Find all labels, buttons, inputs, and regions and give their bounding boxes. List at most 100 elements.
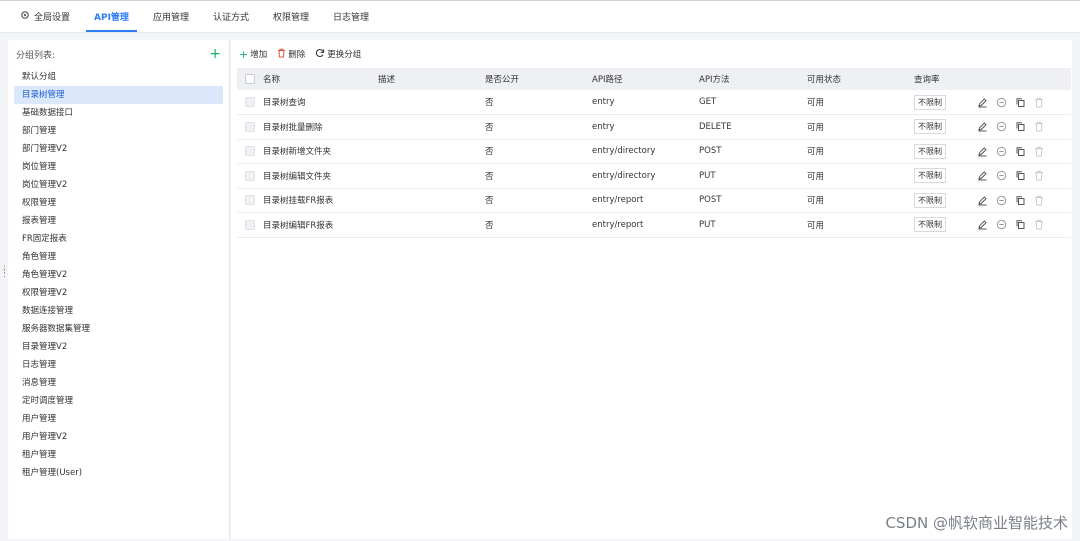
col-header-name: 名称	[263, 75, 281, 85]
cell-status: 可用	[807, 147, 825, 158]
group-sidebar: 分组列表: + 默认分组 目录树管理 基础数据接口 部门管理 部门管理V2 岗位管理 岗位管…	[8, 40, 230, 539]
row-checkbox[interactable]	[245, 219, 255, 230]
sidebar-group-item[interactable]: 租户管理	[14, 446, 223, 464]
sidebar-group-item[interactable]: 基础数据接口	[14, 104, 223, 122]
table-row[interactable]: 目录树挂载FR报表 否 entry/report POST 可用 不限制	[237, 188, 1071, 213]
disable-icon[interactable]	[995, 170, 1007, 182]
disable-icon[interactable]	[995, 145, 1007, 157]
sidebar-group-item[interactable]: 权限管理V2	[14, 284, 223, 302]
edit-icon[interactable]	[976, 194, 988, 206]
edit-icon[interactable]	[976, 96, 988, 108]
row-checkbox[interactable]	[245, 170, 255, 181]
sidebar-group-item[interactable]: 定时调度管理	[14, 392, 223, 410]
cell-public: 否	[485, 122, 494, 133]
disable-icon[interactable]	[995, 121, 1007, 133]
copy-icon[interactable]	[1014, 170, 1026, 182]
group-list: 默认分组 目录树管理 基础数据接口 部门管理 部门管理V2 岗位管理 岗位管理V2 权限管理报…	[8, 68, 229, 482]
cell-method: PUT	[699, 219, 716, 230]
disable-icon[interactable]	[995, 96, 1007, 108]
row-actions	[976, 170, 1071, 182]
toolbar: + 增加 删除 更换分组	[231, 40, 1072, 68]
copy-icon[interactable]	[1014, 145, 1026, 157]
sidebar-group-item[interactable]: 角色管理V2	[14, 266, 223, 284]
edit-icon[interactable]	[976, 145, 988, 157]
table-row[interactable]: 目录树批量删除 否 entry DELETE 可用 不限制	[237, 115, 1071, 139]
copy-icon[interactable]	[1014, 194, 1026, 206]
tab-label: 日志管理	[332, 12, 369, 23]
refresh-icon	[315, 48, 325, 61]
delete-button[interactable]: 删除	[277, 48, 305, 61]
delete-icon[interactable]	[1033, 219, 1045, 231]
tab-log-management[interactable]: 日志管理	[321, 0, 381, 32]
col-header-status: 可用状态	[807, 75, 842, 85]
edit-icon[interactable]	[976, 121, 988, 133]
sidebar-header: 分组列表: +	[8, 40, 229, 68]
cell-name: 目录树查询	[263, 98, 306, 108]
tab-label: API管理	[94, 12, 129, 23]
delete-icon[interactable]	[1033, 121, 1045, 133]
tab-permission-management[interactable]: 权限管理	[261, 0, 321, 32]
sidebar-group-item[interactable]: 权限管理	[14, 194, 223, 212]
cell-status: 可用	[807, 98, 825, 108]
table-row[interactable]: 目录树编辑FR报表 否 entry/report PUT 可用 不限制	[237, 213, 1071, 237]
row-checkbox[interactable]	[245, 195, 255, 205]
disable-icon[interactable]	[995, 219, 1007, 231]
rate-limit-badge: 不限制	[914, 168, 946, 184]
sidebar-group-item[interactable]: 数据连接管理	[14, 302, 223, 320]
col-header-desc: 描述	[378, 75, 396, 85]
row-checkbox[interactable]	[245, 121, 255, 132]
plus-icon[interactable]: +	[209, 47, 221, 61]
sidebar-group-item[interactable]: 岗位管理	[14, 158, 223, 176]
delete-icon[interactable]	[1033, 96, 1045, 108]
add-button[interactable]: + 增加	[239, 48, 267, 61]
sidebar-group-item[interactable]: 用户管理V2	[14, 428, 223, 446]
delete-icon[interactable]	[1033, 145, 1045, 157]
edit-icon[interactable]	[976, 219, 988, 231]
change-group-button[interactable]: 更换分组	[315, 48, 361, 61]
sidebar-group-item[interactable]: 报表管理	[14, 212, 223, 230]
sidebar-group-item[interactable]: 部门管理	[14, 122, 223, 140]
sidebar-group-item[interactable]: FR固定报表	[14, 230, 223, 248]
cell-path: entry/directory	[592, 146, 656, 157]
sidebar-group-item[interactable]: 部门管理V2	[14, 140, 223, 158]
plus-icon: +	[239, 47, 249, 61]
tab-api-management[interactable]: API管理	[82, 0, 141, 32]
cell-public: 否	[485, 171, 494, 182]
sidebar-group-item[interactable]: 目录管理V2	[14, 338, 223, 356]
sidebar-group-item[interactable]: 角色管理	[14, 248, 223, 266]
sidebar-group-item[interactable]: 消息管理	[14, 374, 223, 392]
delete-button-label: 删除	[288, 50, 306, 60]
row-checkbox[interactable]	[245, 96, 255, 107]
tab-app-management[interactable]: 应用管理	[141, 0, 201, 32]
cell-path: entry	[592, 97, 615, 107]
edit-icon[interactable]	[976, 170, 988, 182]
tab-auth-method[interactable]: 认证方式	[201, 0, 261, 32]
sidebar-group-item[interactable]: 服务器数据集管理	[14, 320, 223, 338]
gear-icon	[20, 10, 30, 23]
row-checkbox[interactable]	[245, 146, 255, 156]
tab-global-settings[interactable]: 全局设置	[8, 0, 82, 32]
delete-icon[interactable]	[1033, 170, 1045, 182]
sidebar-group-item[interactable]: 目录树管理	[14, 86, 223, 104]
select-all-checkbox[interactable]	[245, 73, 255, 84]
copy-icon[interactable]	[1014, 219, 1026, 231]
delete-icon[interactable]	[1033, 194, 1045, 206]
sidebar-group-item[interactable]: 用户管理	[14, 410, 223, 428]
sidebar-group-item[interactable]: 岗位管理V2	[14, 176, 223, 194]
cell-method: PUT	[699, 170, 716, 181]
cell-status: 可用	[807, 220, 825, 231]
copy-icon[interactable]	[1014, 121, 1026, 133]
cell-name: 目录树编辑文件夹	[263, 171, 332, 182]
trash-icon	[277, 48, 286, 61]
cell-public: 否	[485, 220, 494, 231]
copy-icon[interactable]	[1014, 96, 1026, 108]
disable-icon[interactable]	[995, 194, 1007, 206]
sidebar-group-item[interactable]: 默认分组	[14, 68, 223, 86]
table-row[interactable]: 目录树新增文件夹 否 entry/directory POST 可用 不限制	[237, 139, 1071, 164]
table-body: 目录树查询否 entry GET 可用 不限制 目录树批量删除否 entry DELETE 可用…	[237, 90, 1071, 237]
table-row[interactable]: 目录树查询 否 entry GET 可用 不限制	[237, 90, 1071, 115]
row-actions	[976, 194, 1071, 206]
table-row[interactable]: 目录树编辑文件夹 否 entry/directory PUT 可用 不限制	[237, 164, 1071, 188]
sidebar-group-item[interactable]: 租户管理(User)	[14, 464, 223, 482]
sidebar-group-item[interactable]: 日志管理	[14, 356, 223, 374]
